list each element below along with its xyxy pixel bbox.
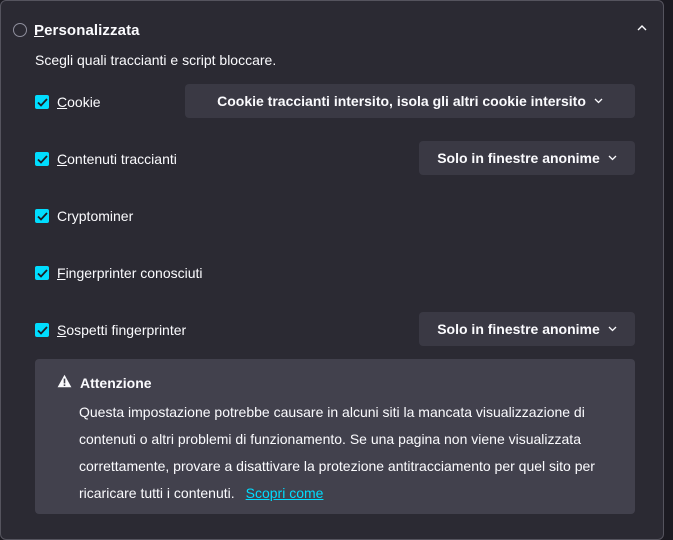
check-icon bbox=[36, 97, 48, 107]
warning-text: Questa impostazione potrebbe causare in … bbox=[79, 404, 595, 501]
tracking-content-label: Contenuti traccianti bbox=[57, 151, 177, 167]
suspected-fingerprinters-select-value: Solo in finestre anonime bbox=[437, 321, 600, 337]
suspected-fingerprinters-checkbox[interactable] bbox=[35, 323, 49, 337]
check-icon bbox=[36, 268, 48, 278]
option-tracking-content[interactable]: Contenuti traccianti bbox=[35, 149, 177, 169]
custom-radio[interactable] bbox=[13, 23, 27, 37]
option-cookie[interactable]: Cookie bbox=[35, 92, 101, 112]
known-fingerprinters-checkbox[interactable] bbox=[35, 266, 49, 280]
cookie-select[interactable]: Cookie traccianti intersito, isola gli a… bbox=[185, 84, 635, 118]
chevron-down-icon bbox=[594, 98, 603, 104]
cookie-checkbox[interactable] bbox=[35, 95, 49, 109]
warning-icon bbox=[57, 374, 72, 393]
suspected-fingerprinters-label: Sospetti fingerprinter bbox=[57, 322, 187, 338]
tracking-content-select[interactable]: Solo in finestre anonime bbox=[419, 141, 635, 175]
option-suspected-fingerprinters[interactable]: Sospetti fingerprinter bbox=[35, 320, 186, 340]
warning-box: Attenzione Questa impostazione potrebbe … bbox=[35, 359, 635, 514]
section-subtitle: Scegli quali traccianti e script bloccar… bbox=[35, 52, 277, 68]
suspected-fingerprinters-select[interactable]: Solo in finestre anonime bbox=[419, 312, 635, 346]
section-title: Personalizzata bbox=[34, 21, 140, 39]
known-fingerprinters-label: Fingerprinter conosciuti bbox=[57, 265, 203, 281]
tracking-content-select-value: Solo in finestre anonime bbox=[437, 150, 600, 166]
warning-header: Attenzione bbox=[57, 374, 152, 392]
warning-body: Questa impostazione potrebbe causare in … bbox=[79, 399, 619, 507]
chevron-up-icon[interactable] bbox=[635, 21, 649, 35]
warning-title: Attenzione bbox=[80, 375, 152, 391]
learn-more-link[interactable]: Scopri come bbox=[246, 485, 324, 501]
check-icon bbox=[36, 211, 48, 221]
cookie-select-value: Cookie traccianti intersito, isola gli a… bbox=[217, 93, 586, 109]
custom-protection-panel: Personalizzata Scegli quali traccianti e… bbox=[0, 0, 664, 540]
cryptominer-checkbox[interactable] bbox=[35, 209, 49, 223]
chevron-down-icon bbox=[608, 326, 617, 332]
check-icon bbox=[36, 154, 48, 164]
chevron-down-icon bbox=[608, 155, 617, 161]
tracking-content-checkbox[interactable] bbox=[35, 152, 49, 166]
cryptominer-label: Cryptominer bbox=[57, 208, 134, 224]
check-icon bbox=[36, 325, 48, 335]
custom-header[interactable]: Personalizzata bbox=[13, 20, 140, 40]
option-cryptominer[interactable]: Cryptominer bbox=[35, 206, 133, 226]
option-known-fingerprinters[interactable]: Fingerprinter conosciuti bbox=[35, 263, 203, 283]
cookie-label: Cookie bbox=[57, 94, 101, 110]
